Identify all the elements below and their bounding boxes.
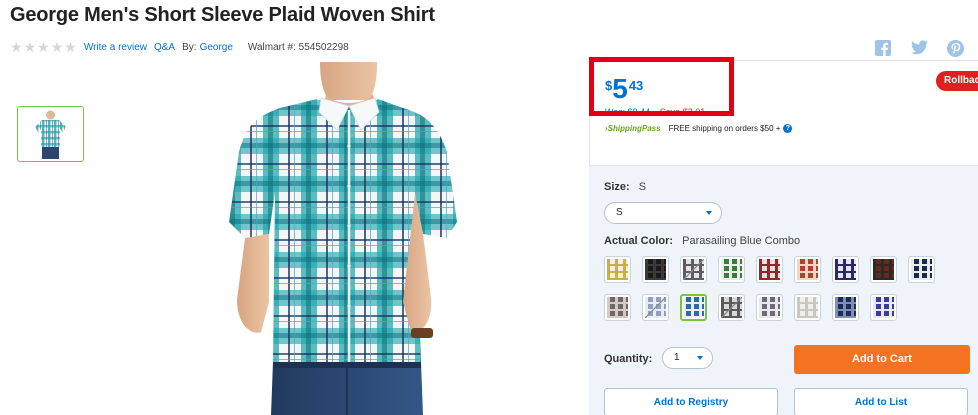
product-thumbnail[interactable] — [17, 106, 84, 162]
color-swatch[interactable] — [908, 256, 935, 283]
color-swatch[interactable] — [642, 294, 669, 321]
swatch-pattern — [835, 259, 856, 280]
by-label: By: — [182, 41, 197, 53]
swatch-pattern — [607, 297, 628, 318]
save-amount: Save $3.01 — [659, 107, 706, 117]
color-swatch[interactable] — [680, 294, 707, 321]
color-swatch[interactable] — [642, 256, 669, 283]
shirt-thumbnail-image — [35, 110, 66, 159]
write-review-link[interactable]: Write a review — [84, 42, 147, 53]
size-select-value: S — [616, 207, 623, 218]
swatch-pattern — [759, 297, 780, 318]
color-swatch[interactable] — [756, 256, 783, 283]
unavailable-slash-icon — [645, 297, 666, 318]
size-label: Size: — [604, 181, 630, 193]
swatch-pattern — [797, 259, 818, 280]
color-label: Actual Color: — [604, 235, 674, 247]
info-icon[interactable]: ? — [783, 124, 793, 133]
color-swatch[interactable] — [680, 256, 707, 283]
star-icon: ★ — [23, 39, 37, 55]
rollback-badge: Rollback — [936, 71, 978, 91]
current-price: $ 5 43 — [605, 75, 643, 103]
color-swatch[interactable] — [870, 256, 897, 283]
twitter-icon[interactable] — [911, 40, 928, 55]
swatch-pattern — [607, 259, 628, 280]
color-swatch[interactable] — [870, 294, 897, 321]
was-price: Was: $8.44 — [605, 107, 651, 117]
walmart-number: Walmart #: 554502298 — [247, 41, 349, 53]
color-swatch[interactable] — [604, 256, 631, 283]
swatch-pattern — [873, 259, 894, 280]
star-icon: ★ — [50, 39, 64, 55]
price-currency: $ — [605, 78, 613, 93]
chevron-down-icon — [697, 356, 703, 360]
price-panel: Rollback $ 5 43 Was: $8.44 Save $3.01 ›S… — [589, 60, 978, 166]
color-swatch[interactable] — [718, 256, 745, 283]
color-swatch[interactable] — [832, 256, 859, 283]
qa-link[interactable]: Q&A — [154, 42, 175, 53]
price-cents: 43 — [628, 78, 644, 93]
price-dollars: 5 — [612, 73, 628, 104]
facebook-icon[interactable] — [875, 40, 891, 56]
add-to-list-button[interactable]: Add to List — [794, 388, 968, 415]
swatch-pattern — [721, 259, 742, 280]
shipping-pass-link[interactable]: ›ShippingPass — [605, 124, 661, 133]
product-options-panel: Size: S S Actual Color: Parasailing Blue… — [589, 165, 978, 415]
quantity-select-value: 1 — [674, 352, 680, 363]
quantity-label: Quantity: — [604, 353, 653, 365]
product-title: George Men's Short Sleeve Plaid Woven Sh… — [10, 4, 435, 26]
swatch-pattern — [797, 297, 818, 318]
color-row: Actual Color: Parasailing Blue Combo — [604, 235, 800, 247]
price-comparison: Was: $8.44 Save $3.01 — [605, 107, 705, 117]
size-select[interactable]: S — [604, 202, 722, 224]
star-rating[interactable]: ★ ★ ★ ★ ★ — [10, 40, 77, 54]
size-value: S — [638, 181, 647, 193]
add-to-cart-button[interactable]: Add to Cart — [794, 345, 970, 374]
swatch-pattern — [835, 297, 856, 318]
swatch-pattern — [873, 297, 894, 318]
quantity-select[interactable]: 1 — [662, 347, 713, 369]
free-shipping-text: FREE shipping on orders $50 + — [668, 124, 781, 133]
star-icon: ★ — [10, 39, 23, 55]
size-row: Size: S — [604, 181, 646, 193]
brand-link[interactable]: George — [200, 42, 233, 53]
color-swatch[interactable] — [756, 294, 783, 321]
unavailable-slash-icon — [721, 297, 742, 318]
star-icon: ★ — [37, 39, 50, 55]
chevron-down-icon — [706, 211, 712, 215]
unavailable-slash-icon — [683, 259, 704, 280]
shipping-pass-label: ShippingPass — [607, 124, 661, 133]
social-share — [868, 38, 978, 60]
swatch-pattern — [759, 259, 780, 280]
color-value: Parasailing Blue Combo — [682, 235, 801, 247]
swatch-pattern — [911, 259, 932, 280]
add-to-registry-button[interactable]: Add to Registry — [604, 388, 778, 415]
color-swatch[interactable] — [794, 294, 821, 321]
color-swatch[interactable] — [718, 294, 745, 321]
pinterest-icon[interactable] — [947, 40, 964, 57]
star-icon: ★ — [64, 39, 77, 55]
color-swatch[interactable] — [832, 294, 859, 321]
color-swatch[interactable] — [794, 256, 821, 283]
quantity-row: Quantity: — [604, 353, 658, 365]
color-swatch[interactable] — [604, 294, 631, 321]
swatch-pattern — [683, 297, 704, 318]
swatch-pattern — [645, 259, 666, 280]
product-meta-row: ★ ★ ★ ★ ★ Write a review Q&A By: George … — [10, 40, 349, 54]
shipping-row: ›ShippingPass FREE shipping on orders $5… — [605, 124, 793, 133]
product-image[interactable] — [225, 62, 460, 415]
